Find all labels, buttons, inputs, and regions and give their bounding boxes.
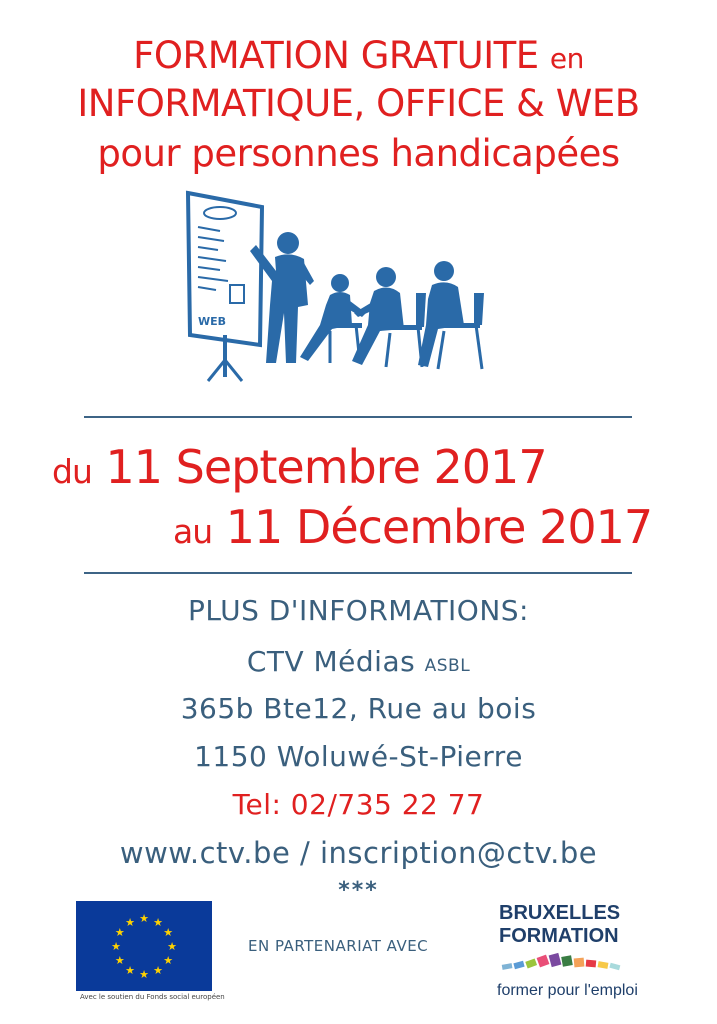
date-to-prefix: au bbox=[173, 512, 213, 551]
eu-star-icon: ★ bbox=[167, 940, 177, 953]
eu-flag-icon: ★ ★★★★★★★★★★★ bbox=[76, 901, 212, 991]
date-to-value: 11 Décembre 2017 bbox=[225, 500, 653, 554]
title-line-3: pour personnes handicapées bbox=[97, 132, 620, 175]
org-suffix: ASBL bbox=[424, 656, 471, 676]
eu-star-icon: ★ bbox=[163, 926, 173, 939]
title-line-2: INFORMATIQUE, OFFICE & WEB bbox=[77, 82, 640, 125]
seated-person-3 bbox=[418, 261, 484, 370]
org-name-text: CTV Médias bbox=[246, 645, 416, 678]
eu-star-icon: ★ bbox=[153, 964, 163, 977]
date-from: du 11 Septembre 2017 bbox=[52, 440, 548, 494]
address-line-1: 365b Bte12, Rue au bois bbox=[180, 692, 537, 725]
date-from-value: 11 Septembre 2017 bbox=[105, 440, 548, 494]
eu-caption: Avec le soutien du Fonds social européen bbox=[80, 993, 225, 1001]
eu-star-icon: ★ bbox=[111, 940, 121, 953]
eu-star-icon: ★ bbox=[115, 926, 125, 939]
eu-star-icon: ★ bbox=[139, 968, 149, 981]
seated-person-1 bbox=[300, 274, 366, 364]
phone-number[interactable]: Tel: 02/735 22 77 bbox=[0, 788, 717, 821]
eu-star-icon: ★ bbox=[125, 916, 135, 929]
eu-star-icon: ★ bbox=[163, 954, 173, 967]
classroom-illustration: WEB bbox=[185, 190, 484, 382]
seated-person-2 bbox=[352, 267, 426, 368]
flipchart-icon: WEB bbox=[185, 190, 265, 382]
eu-star-icon: ★ bbox=[125, 964, 135, 977]
org-name: CTV Médias ASBL bbox=[0, 645, 717, 678]
bf-logo-line-1: BRUXELLES bbox=[499, 902, 621, 924]
bf-logo-line-2: FORMATION bbox=[499, 925, 619, 947]
divider-bottom bbox=[84, 572, 632, 574]
partnership-text: EN PARTENARIAT AVEC bbox=[248, 937, 429, 955]
title-line-1: FORMATION GRATUITE en bbox=[0, 34, 717, 77]
eu-star-icon: ★ bbox=[115, 954, 125, 967]
eu-star-icon: ★ bbox=[153, 916, 163, 929]
address-line-2: 1150 Woluwé-St-Pierre bbox=[194, 740, 523, 773]
date-to: au 11 Décembre 2017 bbox=[173, 500, 653, 554]
flipchart-word: WEB bbox=[198, 315, 226, 328]
bf-tagline: former pour l'emploi bbox=[497, 982, 638, 999]
separator-stars: *** bbox=[338, 878, 379, 903]
divider-top bbox=[84, 416, 632, 418]
eu-star-icon: ★ bbox=[139, 912, 149, 925]
title-en: en bbox=[549, 42, 584, 75]
title-main: FORMATION GRATUITE bbox=[133, 34, 539, 77]
info-heading: PLUS D'INFORMATIONS: bbox=[187, 594, 529, 627]
date-from-prefix: du bbox=[52, 452, 93, 491]
web-email[interactable]: www.ctv.be / inscription@ctv.be bbox=[0, 836, 717, 870]
bf-color-bars-icon bbox=[501, 952, 621, 971]
